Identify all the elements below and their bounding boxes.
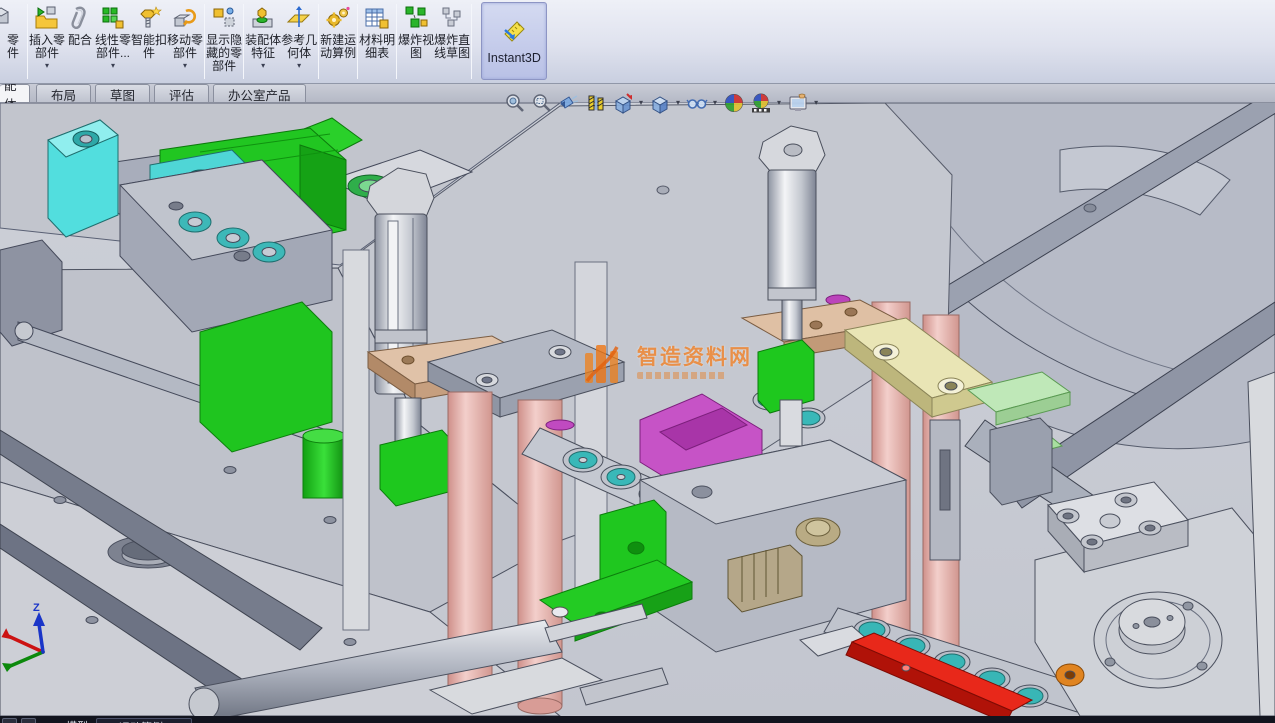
edit-component-icon xyxy=(0,3,16,33)
move-component-icon xyxy=(170,3,200,33)
show-hidden-icon xyxy=(209,3,239,33)
label-line: 部件 xyxy=(173,46,198,60)
graphics-viewport[interactable]: Z ▾ ▾ ▾ ▾ ▾ 智造资料网 xyxy=(0,92,1275,716)
instant3d-icon xyxy=(501,18,527,49)
tab-1[interactable]: 草图 xyxy=(95,84,151,103)
statusbar: 模型 运动算例1 xyxy=(0,716,1275,723)
dropdown-arrow-icon[interactable]: ▾ xyxy=(261,62,265,70)
label-line: 部件 xyxy=(212,59,237,73)
motion-study-icon xyxy=(323,3,353,33)
study-nav-button[interactable] xyxy=(2,718,17,723)
label-line: 件 xyxy=(6,46,19,60)
label-line: 动算例 xyxy=(320,46,357,60)
label-line: 件 xyxy=(143,46,156,60)
ribbon-button-bom[interactable]: 材料明 细表 xyxy=(359,0,395,83)
ribbon-button-label: 新建运 动算例 xyxy=(320,34,356,60)
ribbon-button-reference-geometry[interactable]: 参考几 何体 ▾ xyxy=(281,0,317,83)
ribbon-button-assembly-features[interactable]: 装配体 特征 ▾ xyxy=(245,0,281,83)
instant3d-button[interactable]: Instant3D xyxy=(481,2,548,80)
ribbon-button-label: 配合 xyxy=(68,34,92,47)
view-orientation-icon[interactable] xyxy=(611,91,634,114)
ribbon-button-smart-fasteners[interactable]: 智能扣件 xyxy=(131,0,167,83)
solidworks-window: 零件插入零 部件 ▾ 配合 线性零 部件... ▾ 智能扣件移动零 部件 ▾ 显示隐 藏的零 部件 装配体… xyxy=(0,0,1275,723)
label-line: 何体 xyxy=(287,46,312,60)
study-nav-button[interactable] xyxy=(21,718,36,723)
ribbon-button-insert-component[interactable]: 插入零 部件 ▾ xyxy=(29,0,65,83)
display-style-icon[interactable] xyxy=(648,91,671,114)
dropdown-arrow-icon[interactable]: ▾ xyxy=(814,98,818,107)
triad-z-label: Z xyxy=(33,602,40,614)
dropdown-arrow-icon[interactable]: ▾ xyxy=(713,98,717,107)
dropdown-arrow-icon[interactable]: ▾ xyxy=(676,98,680,107)
tab-motion-study[interactable]: 运动算例1 xyxy=(96,718,193,723)
headsup-view-toolbar: ▾ ▾ ▾ ▾ ▾ xyxy=(503,91,819,114)
ribbon-button-label: 线性零 部件... xyxy=(95,34,131,60)
instant3d-label: Instant3D xyxy=(487,50,541,65)
zoom-fit-icon[interactable] xyxy=(503,91,526,114)
label-line: 特征 xyxy=(251,46,276,60)
zoom-area-icon[interactable] xyxy=(530,91,553,114)
dropdown-arrow-icon[interactable]: ▾ xyxy=(183,62,187,70)
ribbon-button-edit-component[interactable]: 零件 xyxy=(0,0,26,83)
ribbon-button-mate[interactable]: 配合 xyxy=(65,0,95,83)
tab-model[interactable]: 模型 xyxy=(66,718,88,723)
hide-show-items-icon[interactable] xyxy=(685,91,708,114)
ribbon-button-label: 装配体 特征 xyxy=(245,34,281,60)
bom-icon xyxy=(362,3,392,33)
ribbon-button-label: 移动零 部件 xyxy=(167,34,203,60)
assembly-features-icon xyxy=(248,3,278,33)
dropdown-arrow-icon[interactable]: ▾ xyxy=(297,62,301,70)
ribbon-button-exploded-view[interactable]: 爆炸视图 xyxy=(398,0,434,83)
tab-0[interactable]: 布局 xyxy=(36,84,92,103)
tab-assembly-active[interactable]: 配体 xyxy=(0,79,30,112)
reference-geometry-icon xyxy=(284,3,314,33)
smart-fasteners-icon xyxy=(134,3,164,33)
section-view-icon[interactable] xyxy=(584,91,607,114)
ribbon-button-label: 显示隐 藏的零 部件 xyxy=(206,34,242,73)
ribbon-button-explode-sketch[interactable]: 爆炸直 线草图 xyxy=(434,0,470,83)
explode-sketch-icon xyxy=(437,3,467,33)
label-line: 部件 xyxy=(35,46,60,60)
ribbon-button-show-hidden[interactable]: 显示隐 藏的零 部件 xyxy=(206,0,242,83)
edit-appearance-icon[interactable] xyxy=(722,91,745,114)
tab-2[interactable]: 评估 xyxy=(154,84,210,103)
ribbon-button-label: 零件 xyxy=(7,34,19,60)
label-line: 图 xyxy=(410,46,423,60)
exploded-view-icon xyxy=(401,3,431,33)
previous-view-icon[interactable] xyxy=(557,91,580,114)
linear-pattern-icon xyxy=(98,3,128,33)
ribbon-toolbar: 零件插入零 部件 ▾ 配合 线性零 部件... ▾ 智能扣件移动零 部件 ▾ 显示隐 藏的零 部件 装配体… xyxy=(0,0,1275,84)
dropdown-arrow-icon[interactable]: ▾ xyxy=(111,62,115,70)
ribbon-button-label: 参考几 何体 xyxy=(281,34,317,60)
ribbon-button-label: 智能扣件 xyxy=(131,34,167,60)
ribbon-button-label: 爆炸视图 xyxy=(398,34,434,60)
ribbon-button-motion-study[interactable]: 新建运 动算例 xyxy=(320,0,356,83)
label-line: 部件... xyxy=(96,46,131,60)
ribbon-button-label: 材料明 细表 xyxy=(359,34,395,60)
apply-scene-icon[interactable] xyxy=(749,91,772,114)
tab-3[interactable]: 办公室产品 xyxy=(213,84,306,103)
dropdown-arrow-icon[interactable]: ▾ xyxy=(777,98,781,107)
label-line: 线草图 xyxy=(434,46,471,60)
ribbon-button-label: 爆炸直 线草图 xyxy=(434,34,470,60)
insert-component-icon xyxy=(32,3,62,33)
label-line: 配合 xyxy=(68,33,93,47)
ribbon-button-move-component[interactable]: 移动零 部件 ▾ xyxy=(167,0,203,83)
ribbon-button-linear-pattern[interactable]: 线性零 部件... ▾ xyxy=(95,0,131,83)
dropdown-arrow-icon[interactable]: ▾ xyxy=(45,62,49,70)
view-settings-icon[interactable] xyxy=(786,91,809,114)
mate-icon xyxy=(65,3,95,33)
ribbon-button-label: 插入零 部件 xyxy=(29,34,65,60)
label-line: 细表 xyxy=(365,46,390,60)
dropdown-arrow-icon[interactable]: ▾ xyxy=(639,98,643,107)
cad-assembly-scene[interactable]: Z xyxy=(0,103,1275,716)
